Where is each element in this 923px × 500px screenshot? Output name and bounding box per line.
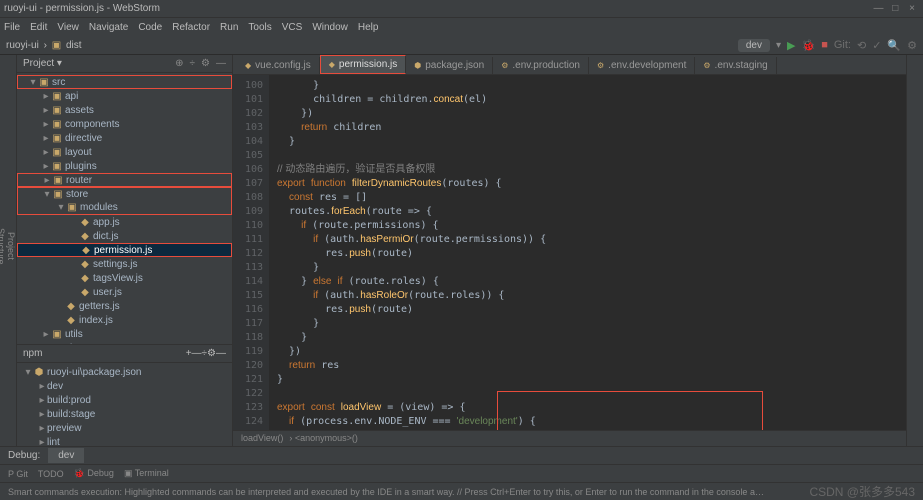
window-controls: — □ ×	[871, 3, 919, 14]
chevron-icon: ›	[44, 40, 47, 51]
nav-bar: ruoyi-ui › ▣ dist dev ▾ ▶ 🐞 ■ Git: ⟲ ✓ 🔍…	[0, 36, 923, 55]
npm-panel: npm +—÷⚙— ▾⬢ruoyi-ui\package.json ▸dev ▸…	[17, 344, 232, 446]
tool-debug[interactable]: 🐞 Debug	[74, 468, 114, 479]
side-tab-project[interactable]: Project	[6, 61, 16, 432]
tree-api[interactable]: ▸▣api	[17, 89, 232, 103]
gear-icon[interactable]: ⚙	[201, 58, 210, 69]
npm-buildprod[interactable]: ▸build:prod	[17, 393, 232, 407]
npm-gear-icon[interactable]: ⚙	[207, 348, 216, 359]
menu-bar: File Edit View Navigate Code Refactor Ru…	[0, 18, 923, 36]
tree-plugins[interactable]: ▸▣plugins	[17, 159, 232, 173]
npm-preview[interactable]: ▸preview	[17, 421, 232, 435]
breadcrumb-folder[interactable]: dist	[66, 40, 82, 51]
tree-assets[interactable]: ▸▣assets	[17, 103, 232, 117]
tree-store[interactable]: ▾▣store	[17, 187, 232, 201]
tree-directive[interactable]: ▸▣directive	[17, 131, 232, 145]
run-icon[interactable]: ▶	[787, 39, 795, 52]
tree-getters[interactable]: ◆getters.js	[17, 299, 232, 313]
tool-todo[interactable]: TODO	[38, 469, 64, 479]
maximize-icon[interactable]: □	[888, 3, 902, 14]
title-bar: ruoyi-ui - permission.js - WebStorm — □ …	[0, 0, 923, 18]
hide-icon[interactable]: —	[216, 58, 226, 69]
git-commit-icon[interactable]: ✓	[872, 39, 881, 52]
npm-minus-icon[interactable]: —	[192, 348, 202, 359]
tree-components[interactable]: ▸▣components	[17, 117, 232, 131]
tree-utils[interactable]: ▸▣utils	[17, 327, 232, 341]
editor-area: ◆vue.config.js ◆permission.js ⬢package.j…	[233, 55, 906, 446]
debug-bar: Debug: dev	[0, 446, 923, 464]
tool-terminal[interactable]: ▣ Terminal	[124, 468, 169, 479]
menu-tools[interactable]: Tools	[248, 22, 271, 33]
project-panel: Project ▾ ⊕÷⚙— ▾▣src ▸▣api ▸▣assets ▸▣co…	[17, 55, 233, 446]
folder-icon: ▣	[52, 40, 61, 51]
code-content[interactable]: } children = children.concat(el) }) retu…	[269, 75, 906, 430]
settings-icon[interactable]: ⚙	[907, 39, 917, 52]
tab-envstage[interactable]: ⚙.env.staging	[695, 57, 776, 74]
close-icon[interactable]: ×	[905, 3, 919, 14]
window-title: ruoyi-ui - permission.js - WebStorm	[4, 3, 160, 14]
tree-user[interactable]: ◆user.js	[17, 285, 232, 299]
npm-buildstage[interactable]: ▸build:stage	[17, 407, 232, 421]
npm-hide-icon[interactable]: —	[216, 348, 226, 359]
project-tree[interactable]: ▾▣src ▸▣api ▸▣assets ▸▣components ▸▣dire…	[17, 73, 232, 344]
menu-code[interactable]: Code	[138, 22, 162, 33]
search-icon[interactable]: 🔍	[887, 39, 901, 52]
right-gutter	[906, 55, 923, 446]
tree-layout[interactable]: ▸▣layout	[17, 145, 232, 159]
tree-index[interactable]: ◆index.js	[17, 313, 232, 327]
menu-edit[interactable]: Edit	[30, 22, 47, 33]
tree-src[interactable]: ▾▣src	[17, 75, 232, 89]
tree-modules[interactable]: ▾▣modules	[17, 201, 232, 215]
project-title: Project ▾	[23, 58, 62, 69]
breadcrumb[interactable]: ruoyi-ui › ▣ dist	[6, 40, 84, 51]
minimize-icon[interactable]: —	[871, 3, 885, 14]
tab-package[interactable]: ⬢package.json	[406, 57, 493, 74]
git-update-icon[interactable]: ⟲	[857, 39, 866, 52]
line-gutter: 100 101 102 103 104 105 106 107 108 109 …	[233, 75, 269, 430]
target-icon[interactable]: ⊕	[175, 58, 183, 69]
stop-icon[interactable]: ■	[821, 39, 828, 51]
npm-dev[interactable]: ▸dev	[17, 379, 232, 393]
bottom-toolbar: P Git TODO 🐞 Debug ▣ Terminal	[0, 464, 923, 482]
run-config-selector[interactable]: dev	[738, 39, 770, 52]
breadcrumb-project[interactable]: ruoyi-ui	[6, 40, 39, 51]
menu-view[interactable]: View	[57, 22, 79, 33]
debug-icon[interactable]: 🐞	[802, 39, 816, 52]
menu-window[interactable]: Window	[312, 22, 348, 33]
code-breadcrumb[interactable]: loadView()› <anonymous>()	[233, 430, 906, 446]
expand-icon[interactable]: ÷	[190, 58, 196, 69]
menu-run[interactable]: Run	[220, 22, 238, 33]
menu-help[interactable]: Help	[358, 22, 379, 33]
watermark: CSDN @张多多543	[809, 483, 915, 500]
code-editor[interactable]: 100 101 102 103 104 105 106 107 108 109 …	[233, 75, 906, 430]
tab-vueconfig[interactable]: ◆vue.config.js	[237, 57, 320, 74]
tree-dict[interactable]: ◆dict.js	[17, 229, 232, 243]
menu-navigate[interactable]: Navigate	[89, 22, 128, 33]
npm-package[interactable]: ▾⬢ruoyi-ui\package.json	[17, 365, 232, 379]
menu-refactor[interactable]: Refactor	[172, 22, 210, 33]
status-bar: Smart commands execution: Highlighted co…	[0, 482, 923, 500]
debug-tab-dev[interactable]: dev	[48, 448, 84, 463]
tab-envdev[interactable]: ⚙.env.development	[589, 57, 695, 74]
tree-settings[interactable]: ◆settings.js	[17, 257, 232, 271]
crumb-loadview[interactable]: loadView()	[241, 433, 283, 443]
menu-vcs[interactable]: VCS	[282, 22, 303, 33]
chevron-down-icon[interactable]: ▾	[776, 40, 781, 51]
tab-envprod[interactable]: ⚙.env.production	[493, 57, 589, 74]
tab-permission[interactable]: ◆permission.js	[320, 55, 407, 74]
tree-router[interactable]: ▸▣router	[17, 173, 232, 187]
debug-label: Debug:	[8, 450, 40, 461]
git-label: Git:	[834, 39, 851, 51]
menu-file[interactable]: File	[4, 22, 20, 33]
tree-tagsview[interactable]: ◆tagsView.js	[17, 271, 232, 285]
editor-tabs: ◆vue.config.js ◆permission.js ⬢package.j…	[233, 55, 906, 75]
tool-git[interactable]: P Git	[8, 469, 28, 479]
tree-app[interactable]: ◆app.js	[17, 215, 232, 229]
npm-title: npm	[23, 348, 42, 359]
tree-permission[interactable]: ◆permission.js	[17, 243, 232, 257]
side-tab-structure[interactable]: Structure	[0, 61, 6, 432]
crumb-anon[interactable]: <anonymous>()	[295, 433, 358, 443]
status-message: Smart commands execution: Highlighted co…	[8, 487, 768, 497]
left-gutter: Project Structure	[0, 55, 17, 446]
